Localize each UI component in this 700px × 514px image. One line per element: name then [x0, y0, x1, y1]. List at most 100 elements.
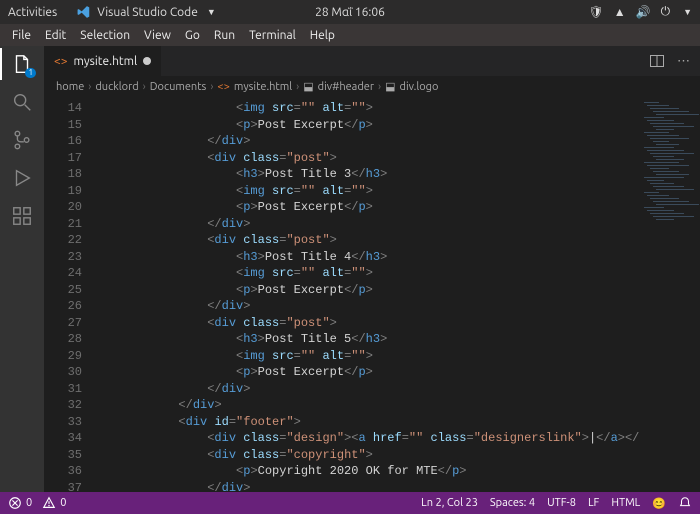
breadcrumb[interactable]: home›ducklord›Documents›<> mysite.html›⬓… [44, 76, 700, 98]
code-editor[interactable]: <img src="" alt=""> <p>Post Excerpt</p> … [92, 98, 640, 492]
code-line[interactable]: </div> [92, 480, 640, 493]
code-line[interactable]: </div> [92, 133, 640, 150]
clock[interactable]: 28 Μαΐ 16:06 [315, 6, 385, 19]
code-line[interactable]: <div class="post"> [92, 232, 640, 249]
line-number: 16 [44, 133, 82, 150]
split-editor-icon[interactable] [649, 53, 665, 69]
line-number: 17 [44, 150, 82, 167]
explorer-icon[interactable]: 1 [10, 52, 34, 76]
run-debug-icon[interactable] [10, 166, 34, 190]
line-number: 14 [44, 100, 82, 117]
code-line[interactable]: <p>Post Excerpt</p> [92, 117, 640, 134]
menu-view[interactable]: View [138, 27, 177, 44]
explorer-badge: 1 [25, 68, 36, 78]
line-number: 29 [44, 348, 82, 365]
line-number: 24 [44, 265, 82, 282]
status-errors[interactable]: 0 [8, 496, 32, 510]
line-number: 27 [44, 315, 82, 332]
html-file-icon: <> [217, 81, 229, 93]
more-actions-icon[interactable]: ⋯ [677, 54, 690, 69]
code-line[interactable]: <img src="" alt=""> [92, 265, 640, 282]
code-line[interactable]: <img src="" alt=""> [92, 100, 640, 117]
source-control-icon[interactable] [10, 128, 34, 152]
vscode-icon [77, 5, 91, 19]
code-line[interactable]: <h3>Post Title 4</h3> [92, 249, 640, 266]
code-line[interactable]: <div class="copyright"> [92, 447, 640, 464]
status-cursor-position[interactable]: Ln 2, Col 23 [421, 497, 478, 509]
line-number: 25 [44, 282, 82, 299]
chevron-right-icon: › [210, 81, 213, 93]
code-line[interactable]: <p>Post Excerpt</p> [92, 364, 640, 381]
extensions-icon[interactable] [10, 204, 34, 228]
line-number: 19 [44, 183, 82, 200]
code-line[interactable]: <img src="" alt=""> [92, 183, 640, 200]
error-icon [8, 496, 22, 510]
shield-icon[interactable]: 🛡 [589, 5, 604, 19]
power-icon[interactable]: ⏻ [661, 5, 671, 19]
code-line[interactable]: </div> [92, 216, 640, 233]
line-number: 36 [44, 463, 82, 480]
code-line[interactable]: </div> [92, 298, 640, 315]
tab-mysite[interactable]: <> mysite.html [44, 46, 162, 76]
network-icon[interactable]: ▲ [614, 5, 626, 19]
warning-icon [42, 496, 56, 510]
breadcrumb-file[interactable]: mysite.html [234, 81, 292, 93]
chevron-right-icon: › [88, 81, 91, 93]
line-number-gutter: 1415161718192021222324252627282930313233… [44, 98, 92, 492]
menu-go[interactable]: Go [179, 27, 206, 44]
code-line[interactable]: <p>Post Excerpt</p> [92, 282, 640, 299]
line-number: 20 [44, 199, 82, 216]
line-number: 22 [44, 232, 82, 249]
minimap[interactable] [640, 98, 700, 492]
code-line[interactable]: <div id="footer"> [92, 414, 640, 431]
code-line[interactable]: <h3>Post Title 3</h3> [92, 166, 640, 183]
activities-button[interactable]: Activities [8, 6, 57, 19]
menu-help[interactable]: Help [304, 27, 341, 44]
breadcrumb-symbol[interactable]: div.logo [400, 81, 439, 93]
menu-selection[interactable]: Selection [74, 27, 136, 44]
status-eol[interactable]: LF [588, 497, 599, 509]
line-number: 33 [44, 414, 82, 431]
menu-run[interactable]: Run [208, 27, 241, 44]
breadcrumb-symbol[interactable]: div#header [318, 81, 374, 93]
line-number: 31 [44, 381, 82, 398]
app-menu[interactable]: Visual Studio Code ▼ [77, 5, 216, 19]
symbol-icon: ⬓ [303, 80, 313, 93]
code-line[interactable]: </div> [92, 397, 640, 414]
line-number: 34 [44, 430, 82, 447]
app-name: Visual Studio Code [97, 6, 198, 19]
code-line[interactable]: <p>Post Excerpt</p> [92, 199, 640, 216]
volume-icon[interactable]: 🔊 [636, 5, 651, 19]
status-feedback-icon[interactable]: 😊 [652, 497, 666, 510]
html-file-icon: <> [54, 55, 68, 68]
symbol-icon: ⬓ [385, 80, 395, 93]
editor-group: <> mysite.html ⋯ home›ducklord›Documents… [44, 46, 700, 492]
status-encoding[interactable]: UTF-8 [547, 497, 576, 509]
menu-file[interactable]: File [6, 27, 37, 44]
code-line[interactable]: <h3>Post Title 5</h3> [92, 331, 640, 348]
breadcrumb-folder[interactable]: home [56, 81, 84, 93]
menu-terminal[interactable]: Terminal [243, 27, 302, 44]
dirty-indicator-icon [143, 57, 151, 65]
system-top-bar: Activities Visual Studio Code ▼ 28 Μαΐ 1… [0, 0, 700, 24]
status-indentation[interactable]: Spaces: 4 [490, 497, 535, 509]
chevron-right-icon: › [143, 81, 146, 93]
code-line[interactable]: <div class="post"> [92, 150, 640, 167]
line-number: 18 [44, 166, 82, 183]
status-language[interactable]: HTML [611, 497, 640, 509]
breadcrumb-folder[interactable]: Documents [150, 81, 207, 93]
status-notifications-icon[interactable] [678, 496, 692, 510]
code-line[interactable]: <img src="" alt=""> [92, 348, 640, 365]
code-line[interactable]: <div class="post"> [92, 315, 640, 332]
editor-tabs: <> mysite.html ⋯ [44, 46, 700, 76]
code-line[interactable]: <p>Copyright 2020 OK for MTE</p> [92, 463, 640, 480]
code-line[interactable]: </div> [92, 381, 640, 398]
menu-bar: FileEditSelectionViewGoRunTerminalHelp [0, 24, 700, 46]
search-icon[interactable] [10, 90, 34, 114]
status-warnings[interactable]: 0 [42, 496, 66, 510]
breadcrumb-folder[interactable]: ducklord [95, 81, 138, 93]
line-number: 35 [44, 447, 82, 464]
line-number: 32 [44, 397, 82, 414]
code-line[interactable]: <div class="design"><a href="" class="de… [92, 430, 640, 447]
menu-edit[interactable]: Edit [39, 27, 72, 44]
